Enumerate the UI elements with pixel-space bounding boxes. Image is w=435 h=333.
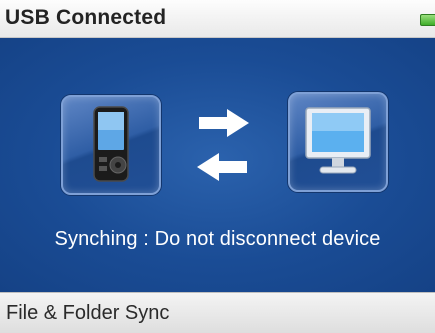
device-screen: USB Connected Synching: Do not disconne… xyxy=(0,0,435,333)
sync-panel: Synching : Do not disconnect device xyxy=(0,38,435,292)
computer-monitor-icon xyxy=(288,92,388,192)
sync-arrows xyxy=(193,105,253,185)
header-bar: USB Connected xyxy=(0,0,435,38)
sync-status-text: Synching : Do not disconnect device xyxy=(54,228,381,250)
arrow-right-icon xyxy=(199,109,249,137)
battery-icon xyxy=(420,14,435,26)
arrow-left-icon xyxy=(197,153,247,181)
screen-title: USB Connected xyxy=(5,6,167,29)
media-player-icon xyxy=(61,95,161,195)
mode-label: File & Folder Sync xyxy=(6,302,170,324)
footer-bar: File & Folder Sync xyxy=(0,292,435,333)
